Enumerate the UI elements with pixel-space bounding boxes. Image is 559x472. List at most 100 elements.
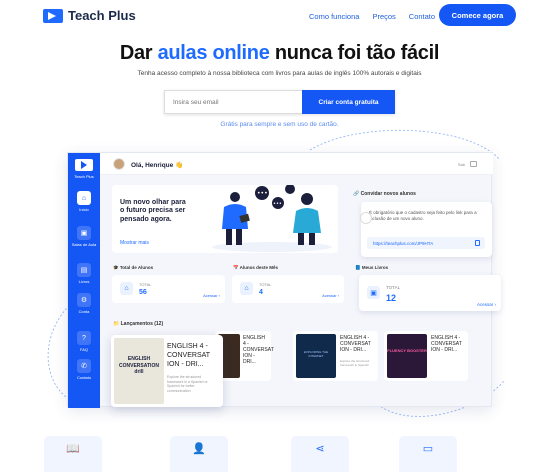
signup-form: Criar conta gratuita — [164, 90, 395, 114]
classroom-icon: ▣ — [77, 226, 91, 240]
books-icon: ▣ — [367, 286, 380, 299]
book-cover: ENGLISH CONVERSATION drill — [114, 338, 164, 404]
book-title: ENGLISH 4 - CONVERSAT ION - DRI... — [431, 335, 462, 353]
book-cover-text: ENGLISH CONVERSATION drill — [119, 356, 159, 375]
hero-title-start: Dar — [119, 42, 158, 64]
sidebar-item-faq[interactable]: ? FAQ — [68, 331, 100, 352]
book-cover-text: FLUENCY BOOSTER — [387, 348, 427, 353]
cursor-pointer-icon — [360, 212, 372, 224]
hero-subtitle: Tenha acesso completo à nossa biblioteca… — [137, 70, 422, 77]
sidebar-brand: Teach Plus — [74, 174, 94, 179]
create-account-button[interactable]: Criar conta gratuita — [302, 90, 395, 114]
stat-card-month: ⌂ TOTAL 4 Acessar › — [232, 275, 344, 303]
sidebar-item-inicio[interactable]: ⌂ Início — [68, 191, 100, 212]
invite-title: 🔗 Convidar novos alunos — [353, 191, 416, 197]
share-icon: ⋖ — [315, 443, 325, 455]
show-more-link[interactable]: Mostrar mais — [120, 240, 149, 246]
feature-card: ⋖ — [291, 436, 349, 472]
stat-value: 56 — [139, 289, 147, 296]
nav-link-contato[interactable]: Contato — [409, 12, 435, 21]
start-now-button[interactable]: Comece agora — [439, 4, 516, 26]
stat-access-link[interactable]: Acessar › — [203, 293, 220, 298]
sidebar-item-conta[interactable]: ⚙ Conta — [68, 293, 100, 314]
book-cover-text: EXPLORING THE INTERNET — [303, 350, 329, 358]
book-description: Explore the structured framework in a Sp… — [167, 375, 208, 393]
svg-text:•••: ••• — [273, 201, 282, 207]
brand-name: Teach Plus — [68, 8, 136, 23]
book-card[interactable]: EXPLORING THE INTERNET ENGLISH 4 - CONVE… — [293, 331, 378, 381]
sidebar-item-salas[interactable]: ▣ Salas de Aula — [68, 226, 100, 247]
logout-icon[interactable] — [470, 161, 477, 167]
stat-total-label: TOTAL — [259, 282, 272, 287]
home-icon: ⌂ — [77, 191, 91, 205]
hero-title-end: nunca foi tão fácil — [269, 42, 440, 64]
stat-value: 12 — [386, 293, 397, 303]
stat-total-label: TOTAL — [386, 285, 401, 290]
presentation-icon: ▭ — [422, 443, 434, 455]
brand-logo[interactable]: Teach Plus — [43, 8, 136, 23]
stat-total-label: TOTAL — [139, 282, 152, 287]
invite-link-field[interactable]: https://teachplus.com/JP9HTA — [367, 237, 485, 249]
hero-title-accent: aulas online — [157, 42, 270, 64]
sidebar-item-label: Contato — [76, 375, 91, 380]
sidebar-item-label: Conta — [78, 309, 90, 314]
invite-text: É obrigatório que o cadastro seja feito … — [369, 210, 477, 222]
open-book-icon: 📖 — [66, 443, 80, 455]
welcome-banner: Um novo olhar para o futuro precisa ser … — [112, 185, 338, 253]
greeting: Olá, Henrique 👋 — [131, 162, 184, 169]
book-card[interactable]: FLUENCY BOOSTER ENGLISH 4 - CONVERSAT IO… — [384, 331, 468, 381]
book-card-featured[interactable]: ENGLISH CONVERSATION drill ENGLISH 4 - C… — [111, 335, 223, 407]
phone-icon: ✆ — [77, 359, 91, 373]
dashboard-sidebar: Teach Plus ⌂ Início ▣ Salas de Aula ▤ Li… — [68, 153, 100, 408]
book-card[interactable]: ENGLISH 4 - CONVERSAT ION - DRI... — [215, 331, 274, 381]
play-screen-icon — [43, 8, 63, 23]
sidebar-logo-icon — [75, 159, 93, 171]
svg-text:•••: ••• — [257, 190, 268, 197]
stat-label-month: 📅 Alunos deste Mês — [233, 265, 278, 270]
gear-icon: ⚙ — [77, 293, 91, 307]
stat-access-link[interactable]: Acessar › — [477, 302, 496, 307]
nav-link-precos[interactable]: Preços — [372, 12, 395, 21]
sidebar-item-label: Início — [79, 207, 89, 212]
stat-card-students: ⌂ TOTAL 56 Acessar › — [112, 275, 225, 303]
hero-title: Dar aulas online nunca foi tão fácil — [0, 42, 559, 65]
top-nav: Teach Plus Como funciona Preços Contato … — [0, 0, 559, 32]
stat-value: 4 — [259, 289, 263, 296]
sidebar-item-label: Livros — [78, 279, 90, 284]
sidebar-item-label: Salas de Aula — [71, 242, 97, 247]
stat-access-link[interactable]: Acessar › — [322, 293, 339, 298]
stat-label-books: 📘 Meus Livros — [355, 265, 389, 270]
book-title: ENGLISH 4 - CONVERSAT ION - DRI... — [340, 335, 371, 353]
banner-text: Um novo olhar para o futuro precisa ser … — [120, 199, 186, 223]
feature-card: ▭ — [399, 436, 457, 472]
nav-links: Como funciona Preços Contato — [309, 12, 435, 21]
book-description: Explore the structured framework in Span… — [340, 359, 370, 367]
sidebar-item-contato[interactable]: ✆ Contato — [68, 359, 100, 380]
book-icon: ▤ — [77, 263, 91, 277]
conversation-illustration: ••• ••• — [212, 185, 332, 252]
copy-icon[interactable] — [475, 240, 480, 246]
email-field[interactable] — [164, 90, 302, 114]
feature-card: 📖 — [44, 436, 102, 472]
book-cover: EXPLORING THE INTERNET — [296, 334, 336, 378]
book-title: ENGLISH 4 - CONVERSAT ION - DRI... — [167, 343, 210, 368]
stat-card-books: ▣ TOTAL 12 Acessar › — [359, 275, 501, 311]
stat-label-students: 🎓 Total de Alunos — [113, 265, 154, 270]
landing-page: Teach Plus Como funciona Preços Contato … — [0, 0, 559, 472]
free-note: Grátis para sempre e sem uso de cartão. — [220, 121, 339, 128]
book-cover: FLUENCY BOOSTER — [387, 334, 427, 378]
dashboard-preview: Teach Plus ⌂ Início ▣ Salas de Aula ▤ Li… — [67, 152, 501, 408]
sidebar-item-label: FAQ — [79, 347, 88, 352]
sidebar-item-livros[interactable]: ▤ Livros — [68, 263, 100, 284]
logout-link[interactable]: Sair — [458, 162, 465, 167]
nav-link-como-funciona[interactable]: Como funciona — [309, 12, 359, 21]
add-user-icon: 👤 — [192, 443, 206, 455]
invite-link-text: https://teachplus.com/JP9HTA — [373, 240, 434, 246]
help-icon: ? — [77, 331, 91, 345]
students-icon: ⌂ — [120, 282, 133, 295]
feature-card: 👤 — [170, 436, 228, 472]
dashboard-header: Olá, Henrique 👋 Sair — [100, 153, 493, 175]
releases-title: 📁 Lançamentos (12) — [113, 321, 164, 327]
avatar[interactable] — [113, 158, 125, 170]
students-month-icon: ⌂ — [240, 282, 253, 295]
